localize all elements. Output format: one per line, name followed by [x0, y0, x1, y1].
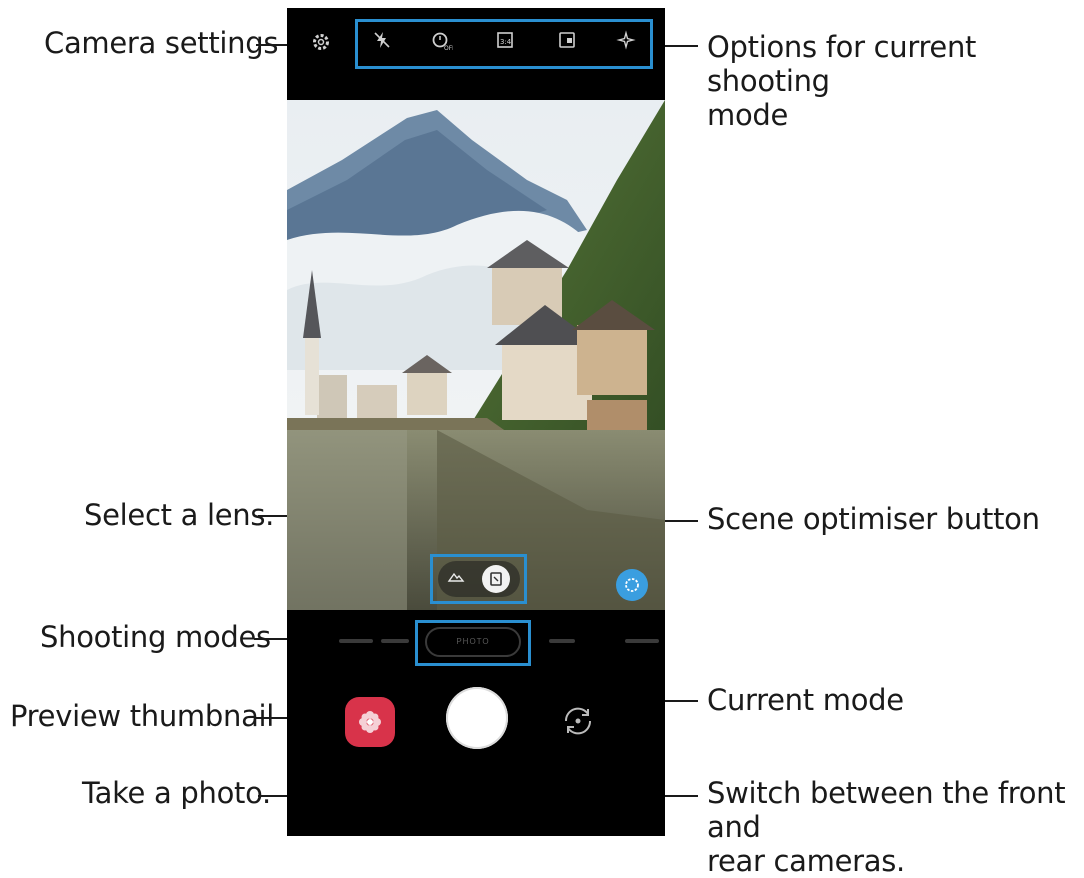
motion-photo-icon[interactable] — [554, 30, 580, 56]
mode-item-right-2[interactable] — [625, 639, 659, 643]
callout-camera-settings: Camera settings — [44, 26, 279, 60]
shutter-button[interactable] — [446, 687, 508, 749]
svg-text:3:4: 3:4 — [500, 38, 512, 46]
callout-options-current-mode: Options for current shooting mode — [707, 30, 1077, 132]
mode-item-left-2[interactable] — [339, 639, 373, 643]
mode-item-left-1[interactable] — [381, 639, 409, 643]
scene-optimiser-button[interactable] — [616, 569, 648, 601]
current-mode-label: PHOTO — [456, 637, 490, 646]
shooting-modes-bar[interactable]: PHOTO — [287, 610, 665, 674]
preview-thumbnail[interactable] — [345, 697, 395, 747]
lens-selector — [438, 561, 520, 597]
scene-optimiser-icon — [625, 578, 639, 592]
camera-screen: OFF 3:4 — [287, 8, 665, 836]
callout-switch-line2: rear cameras. — [707, 844, 905, 878]
timer-off-icon[interactable]: OFF — [429, 30, 456, 56]
callout-preview-thumbnail: Preview thumbnail — [10, 699, 275, 733]
switch-camera-button[interactable] — [557, 700, 599, 742]
switch-camera-icon — [564, 707, 592, 735]
current-mode-pill[interactable]: PHOTO — [425, 627, 521, 657]
flash-off-icon[interactable] — [369, 30, 395, 56]
callout-options-line1: Options for current shooting — [707, 30, 977, 98]
callout-options-line2: mode — [707, 98, 789, 132]
callout-take-photo: Take a photo. — [82, 776, 271, 810]
callout-shooting-modes: Shooting modes — [40, 620, 271, 654]
mode-item-right-1[interactable] — [549, 639, 575, 643]
callout-select-lens: Select a lens. — [84, 498, 275, 532]
wide-lens-icon — [490, 572, 502, 586]
filter-icon[interactable] — [613, 30, 639, 56]
callout-switch-line1: Switch between the front and — [707, 776, 1066, 844]
viewfinder[interactable] — [287, 100, 665, 610]
callout-scene-optimiser: Scene optimiser button — [707, 502, 1040, 536]
viewfinder-scene-image — [287, 100, 665, 610]
flower-icon — [359, 711, 381, 733]
gear-icon[interactable] — [308, 32, 334, 58]
main-lens-button[interactable] — [482, 565, 510, 593]
aspect-ratio-icon[interactable]: 3:4 — [492, 30, 518, 56]
camera-bottom-controls — [287, 674, 665, 836]
camera-top-bar: OFF 3:4 — [287, 8, 665, 100]
callout-switch-cameras: Switch between the front and rear camera… — [707, 776, 1084, 878]
svg-text:OFF: OFF — [444, 45, 453, 52]
wide-lens-button[interactable] — [444, 567, 468, 591]
ultra-wide-lens-icon — [447, 572, 465, 582]
callout-current-mode: Current mode — [707, 683, 904, 717]
